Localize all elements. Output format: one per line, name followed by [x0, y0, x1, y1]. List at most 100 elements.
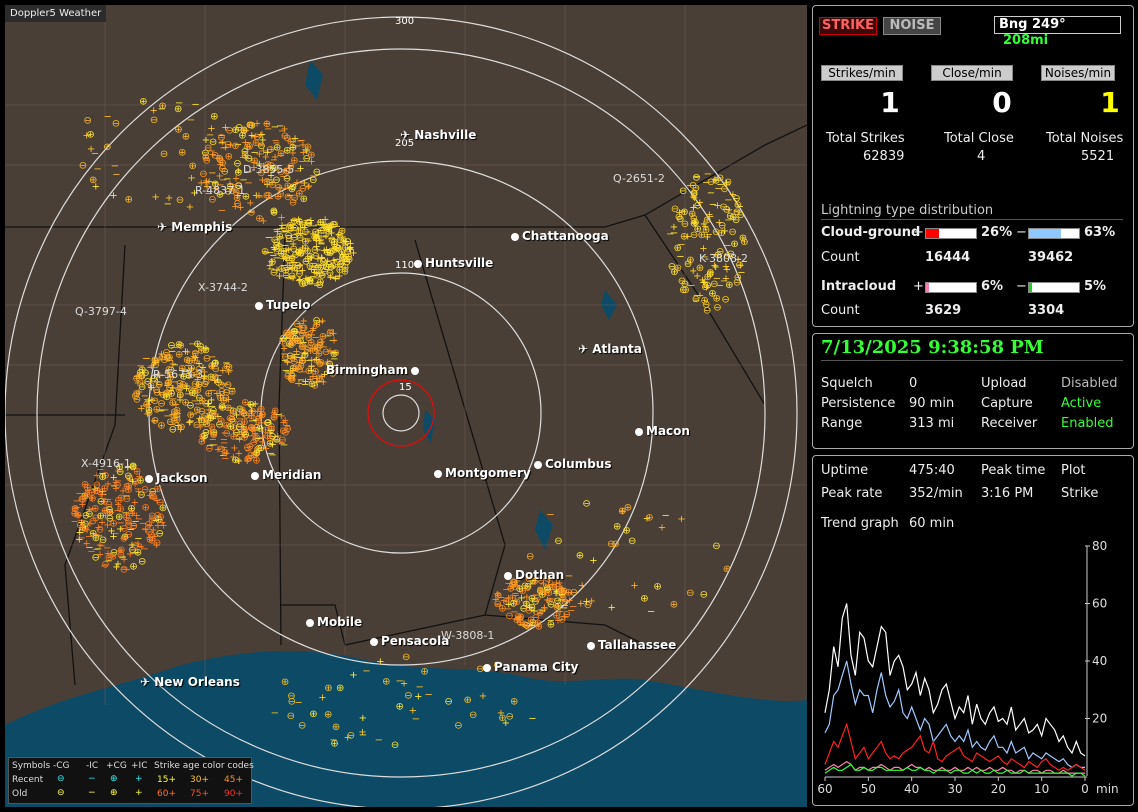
strike-symbol: +: [400, 678, 408, 689]
strike-symbol: +: [409, 705, 417, 716]
storm-id[interactable]: R-4837-1: [195, 184, 245, 197]
strike-symbol: +: [202, 135, 210, 146]
strike-symbol: +: [318, 693, 326, 704]
lake: [305, 60, 323, 100]
strike-symbol: +: [330, 336, 338, 347]
cg-negative-count: 39462: [1028, 250, 1074, 265]
strike-symbol: ⊕: [420, 666, 428, 677]
distance-value: 208mi: [1003, 33, 1049, 48]
strike-symbol: ⊕: [510, 697, 518, 708]
total-strikes-value: 62839: [863, 149, 905, 164]
strike-symbol: ⊖: [298, 721, 306, 732]
strike-symbol: ⊖: [721, 295, 729, 306]
dot-icon: [414, 259, 422, 268]
strike-symbol: −: [296, 260, 304, 271]
strike-symbol: ⊖: [454, 721, 462, 732]
strike-symbol: +: [296, 163, 304, 174]
strike-symbol: ⊕: [307, 150, 315, 161]
strike-symbol: −: [234, 455, 242, 466]
strike-symbol: +: [304, 182, 312, 193]
strike-symbol: ⊖: [703, 305, 711, 316]
strike-symbol: ⊕: [202, 345, 210, 356]
city-label: Memphis: [171, 220, 233, 234]
storm-id[interactable]: W-3808-1: [441, 629, 494, 642]
age-code: 60+: [157, 789, 176, 799]
strike-symbol: ⊕: [193, 339, 201, 350]
storm-id[interactable]: X-4916-1: [81, 457, 131, 470]
storm-id[interactable]: X-3744-2: [198, 281, 248, 294]
strike-symbol: +: [278, 221, 286, 232]
pos-cg-symbol-icon: ⊕: [110, 788, 118, 798]
strike-symbol: ⊕: [723, 564, 731, 575]
strike-symbol: −: [736, 201, 744, 212]
strike-symbol: ⊖: [312, 251, 320, 262]
symbol-legend: Symbols -CG -IC +CG +IC Strike age color…: [8, 757, 254, 804]
city-label: Birmingham: [326, 363, 409, 377]
neg-cg-symbol-icon: ⊖: [57, 774, 65, 784]
plot-label: Plot: [1061, 463, 1086, 478]
strike-symbol: −: [528, 714, 536, 725]
strike-symbol: ⊕: [175, 340, 183, 351]
map-canvas: ⊖−++⊕++⊕⊕+⊕⊖⊕⊖⊕⊖++⊕⊕−⊖⊖−−⊖⊖⊖−−−+++−⊖−+⊕+…: [5, 5, 807, 807]
legend-old-label: Old: [12, 789, 28, 799]
strike-symbol: ⊕: [178, 148, 186, 159]
strike-symbol: ⊕: [309, 709, 317, 720]
strike-symbol: ⊖: [444, 696, 452, 707]
strike-symbol: ⊕: [238, 131, 246, 142]
trend-graph-value[interactable]: 60 min: [909, 516, 954, 531]
x-tick-label: 0: [1081, 782, 1089, 796]
strike-symbol: −: [312, 273, 320, 284]
strike-symbol: ⊖: [112, 119, 120, 130]
strike-symbol: ⊖: [226, 413, 234, 424]
strike-symbol: ⊖: [668, 262, 676, 273]
cg-count-label: Count: [821, 250, 860, 265]
noises-per-min-header[interactable]: Noises/min: [1041, 65, 1115, 81]
legend-col: -CG: [53, 761, 70, 771]
city-pensacola: Pensacola: [370, 634, 449, 648]
strike-symbol: +: [101, 506, 109, 517]
storm-id[interactable]: Q-3797-4: [75, 305, 127, 318]
noise-button[interactable]: NOISE: [883, 17, 941, 35]
receiver-value: Enabled: [1061, 416, 1114, 431]
strike-symbol: +: [577, 599, 585, 610]
peak-rate-label: Peak rate: [821, 486, 883, 501]
lightning-map[interactable]: ⊖ − + + ⊕ + + ⊕ ⊕ + ⊕ ⊖ ⊕ ⊖ ⊕ ⊖ + + ⊕ ⊕ − ⊖ ⊖ − − ⊖ ⊖ ⊖ − − − + + + − ⊖ − + ⊕ +…: [5, 5, 807, 807]
ring-label: 110: [395, 260, 415, 271]
cg-positive-count: 16444: [925, 250, 971, 265]
strike-symbol: ⊖: [295, 216, 303, 227]
city-tupelo: Tupelo: [255, 298, 311, 312]
strike-symbol: −: [158, 405, 166, 416]
strike-symbol: ⊕: [189, 161, 197, 172]
strike-symbol: ⊖: [281, 131, 289, 142]
pos-ic-symbol-icon: +: [135, 774, 143, 784]
y-tick-label: 40: [1092, 654, 1107, 668]
dot-icon: [483, 663, 491, 672]
storm-id[interactable]: D-3855-5: [243, 163, 294, 176]
strike-symbol: ⊕: [153, 484, 161, 495]
strike-symbol: −: [693, 291, 701, 302]
strike-symbol: +: [630, 581, 638, 592]
close-per-min-header[interactable]: Close/min: [931, 65, 1013, 81]
city-atlanta: ✈ Atlanta: [578, 342, 642, 356]
strike-button[interactable]: STRIKE: [819, 17, 877, 35]
strike-symbol: ⊕: [207, 413, 215, 424]
strike-symbol: +: [376, 656, 384, 667]
cg-minus-sign: −: [1016, 225, 1027, 240]
peak-time-value: 3:16 PM: [981, 486, 1034, 501]
strike-symbol: −: [120, 563, 128, 574]
strike-symbol: ⊕: [323, 248, 331, 259]
ic-negative-count: 3304: [1028, 303, 1065, 318]
strike-symbol: −: [670, 228, 678, 239]
legend-symbols-label: Symbols: [12, 761, 51, 771]
storm-id[interactable]: Q-2651-2: [613, 172, 665, 185]
ic-positive-bar: [925, 282, 977, 293]
strike-symbol: ⊖: [85, 509, 93, 520]
strike-symbol: ⊕: [640, 594, 648, 605]
storm-id[interactable]: R-5673-3: [153, 368, 203, 381]
plot-value[interactable]: Strike: [1061, 486, 1098, 501]
strike-symbol: ⊖: [734, 272, 742, 283]
storm-id[interactable]: K-3808-2: [699, 252, 748, 265]
divider: [821, 360, 1123, 361]
cg-positive-pct: 26%: [981, 225, 1013, 240]
strikes-per-min-header[interactable]: Strikes/min: [821, 65, 903, 81]
